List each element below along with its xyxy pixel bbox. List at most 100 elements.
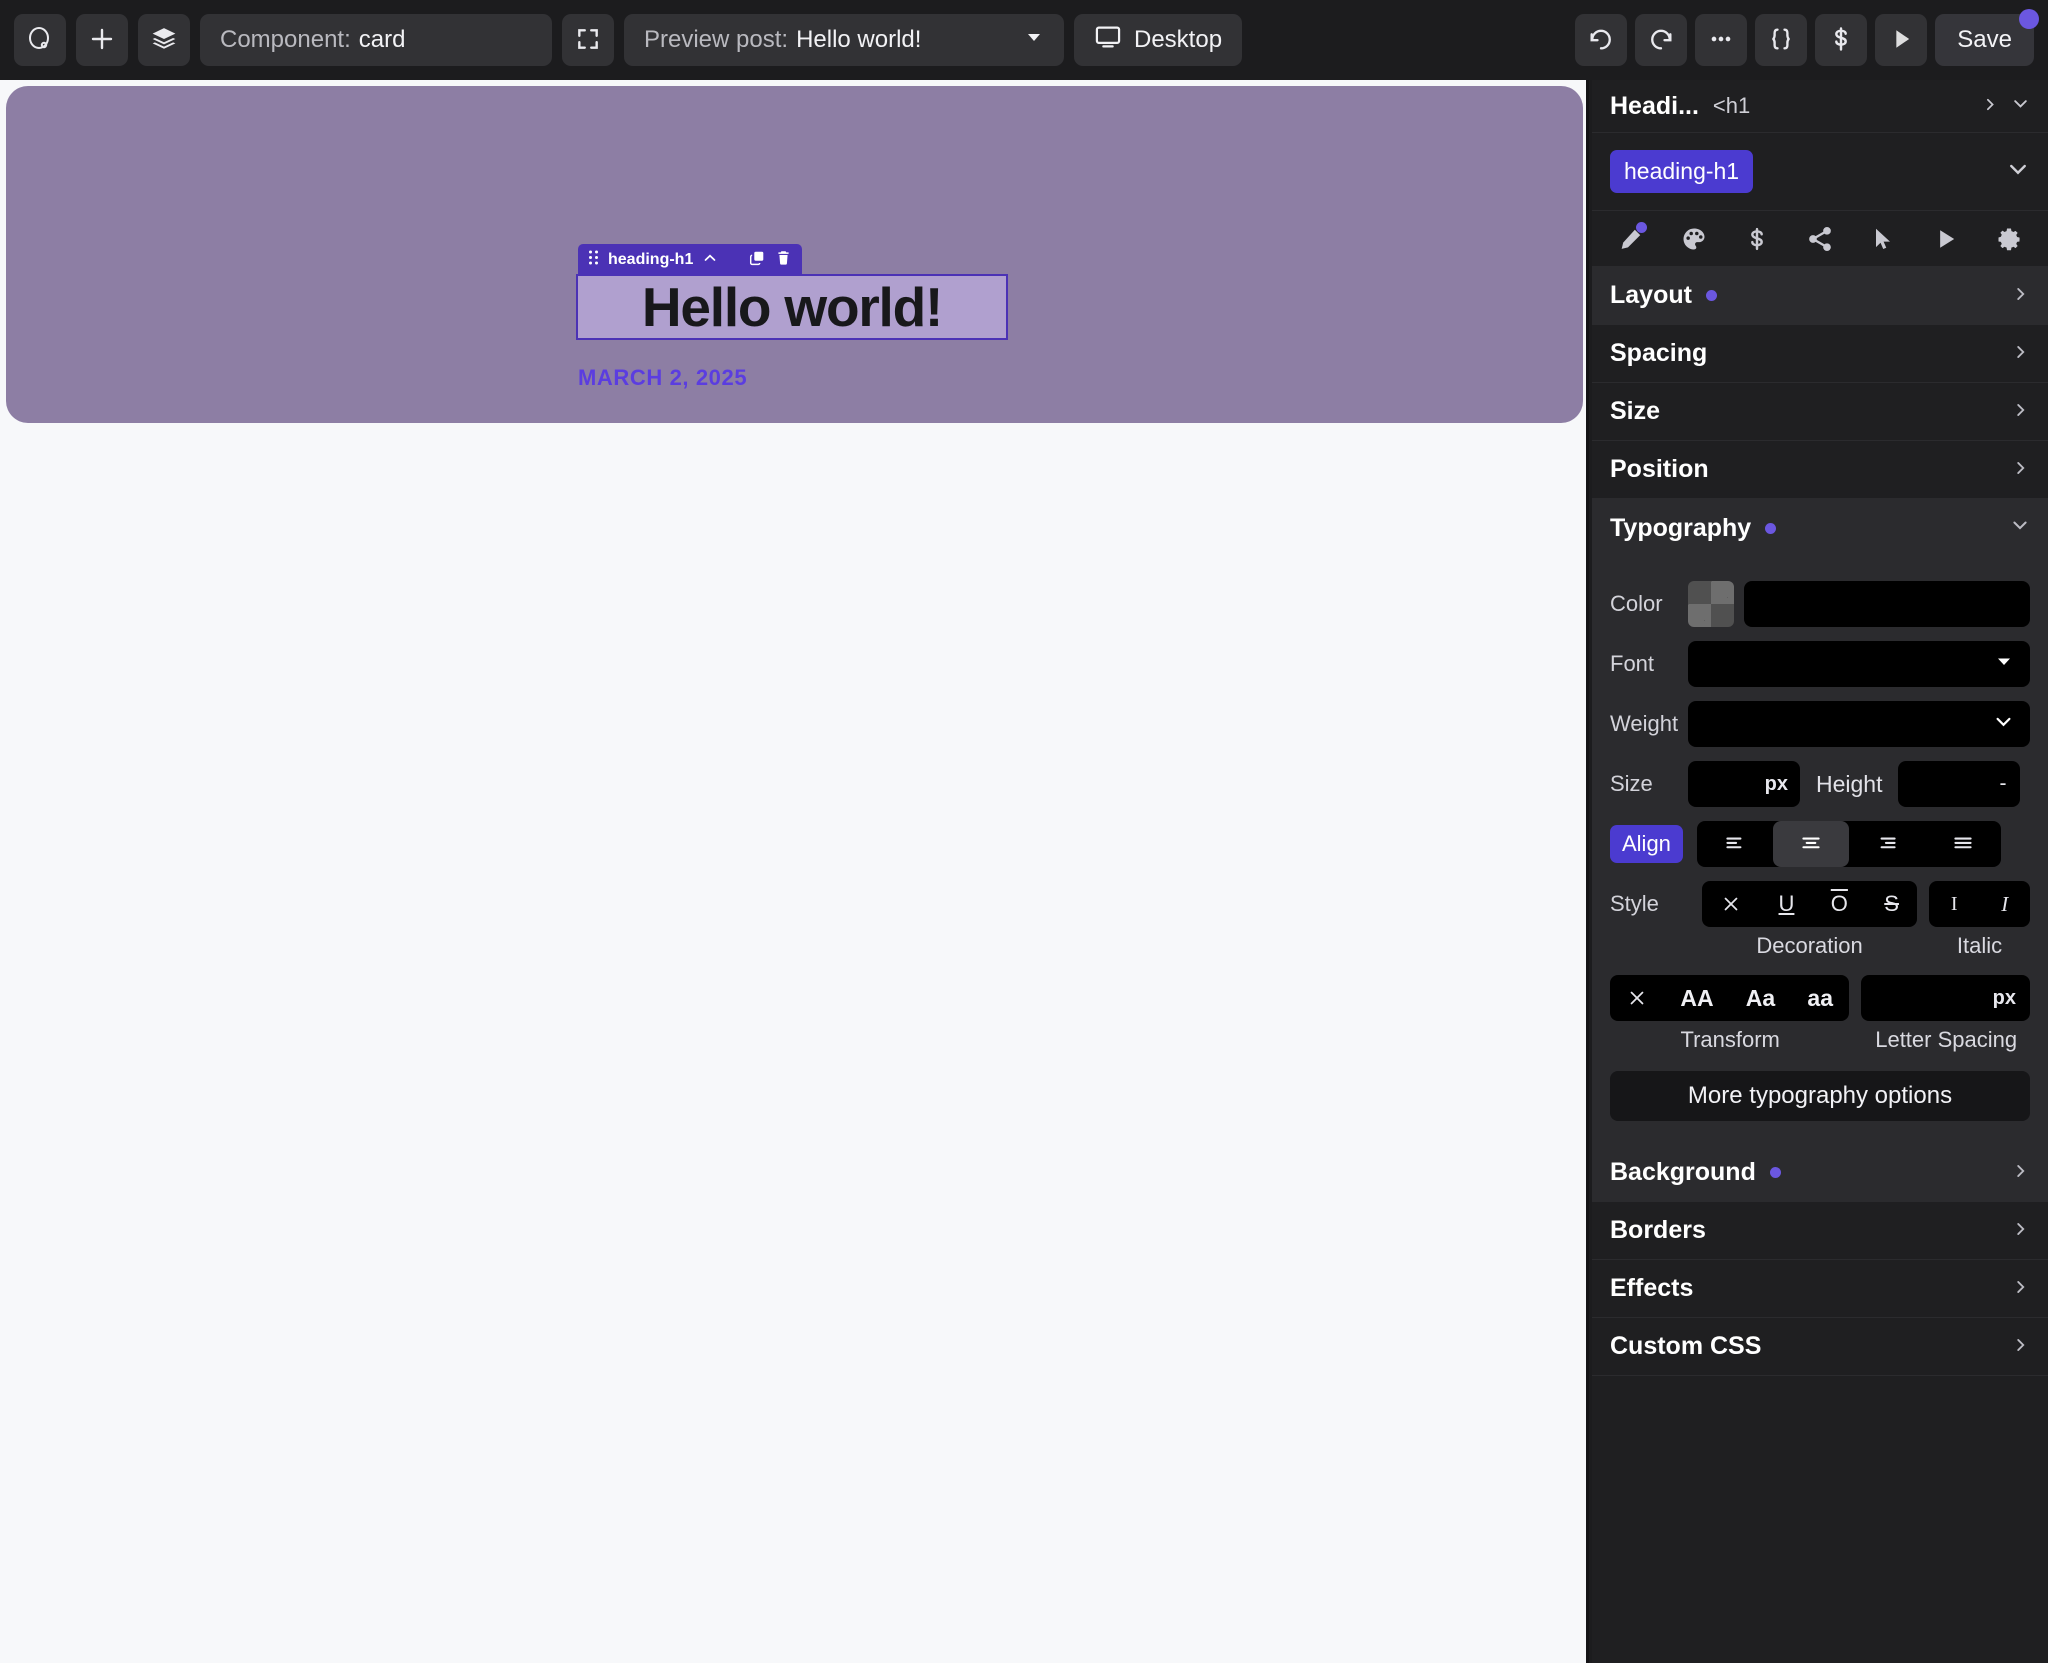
font-row: Font	[1610, 641, 2030, 687]
connections-tab[interactable]	[1803, 222, 1837, 256]
decoration-overline-button[interactable]: O	[1813, 881, 1866, 927]
sidebar-item-effects[interactable]: Effects	[1592, 1260, 2048, 1318]
align-justify-button[interactable]	[1925, 821, 2001, 867]
undo-button[interactable]	[1575, 14, 1628, 66]
viewport-label: Desktop	[1134, 26, 1223, 53]
class-chip[interactable]: heading-h1	[1610, 150, 1754, 193]
decoration-strikethrough-button[interactable]: S	[1866, 881, 1917, 927]
preview-post-select[interactable]: Preview post: Hello world!	[624, 14, 1064, 66]
sidebar-item-position[interactable]: Position	[1592, 441, 2048, 499]
component-value: card	[358, 26, 406, 53]
element-tag: <h1	[1712, 93, 1751, 118]
viewport-desktop-button[interactable]: Desktop	[1074, 14, 1243, 66]
font-style-group: I I	[1929, 881, 2030, 927]
transform-uppercase-button[interactable]: AA	[1664, 975, 1729, 1021]
weight-select[interactable]	[1688, 701, 2030, 747]
theme-tab[interactable]	[1677, 222, 1711, 256]
chevron-down-icon	[1993, 711, 2014, 738]
drag-handle-icon[interactable]	[588, 249, 599, 271]
element-selection-toolbar[interactable]: heading-h1	[578, 244, 803, 276]
align-center-button[interactable]	[1772, 821, 1849, 867]
save-label: Save	[1957, 26, 2012, 53]
heading-h1[interactable]: Hello world!	[576, 274, 1008, 340]
sidebar-item-layout[interactable]: Layout	[1592, 267, 2048, 325]
align-right-button[interactable]	[1849, 821, 1925, 867]
transform-none-button[interactable]	[1610, 975, 1664, 1021]
align-left-button[interactable]	[1697, 821, 1773, 867]
chevron-down-icon[interactable]	[2011, 93, 2030, 119]
decoration-none-button[interactable]	[1702, 881, 1760, 927]
add-button[interactable]	[76, 14, 128, 66]
trash-icon[interactable]	[775, 249, 792, 272]
sidebar-item-custom-css[interactable]: Custom CSS	[1592, 1318, 2048, 1376]
redo-icon	[1647, 25, 1675, 56]
align-label-badge[interactable]: Align	[1610, 825, 1683, 863]
style-upright-button[interactable]: I	[1929, 881, 1979, 927]
transform-captions: Transform Letter Spacing	[1610, 1027, 2030, 1053]
variables-tab[interactable]	[1740, 222, 1774, 256]
chevron-right-icon[interactable]	[1982, 93, 1999, 119]
color-swatch[interactable]	[1688, 581, 1734, 627]
fullscreen-button[interactable]	[562, 14, 614, 66]
duplicate-icon[interactable]	[748, 249, 766, 272]
letter-spacing-input[interactable]: px	[1861, 975, 2030, 1021]
component-field[interactable]: Component: card	[200, 14, 552, 66]
preview-play-button[interactable]	[1875, 14, 1928, 66]
chevron-down-icon[interactable]	[2006, 157, 2030, 186]
fullscreen-icon	[575, 26, 601, 55]
color-input[interactable]	[1744, 581, 2030, 627]
layers-button[interactable]	[138, 14, 190, 66]
chevron-right-icon	[2012, 283, 2030, 309]
interactions-tab[interactable]	[1866, 222, 1900, 256]
chevron-up-icon[interactable]	[702, 250, 718, 271]
chevron-right-icon	[2012, 1276, 2030, 1302]
transform-capitalize-button[interactable]: Aa	[1730, 975, 1792, 1021]
inspector-header-actions	[1982, 93, 2030, 119]
sidebar-item-borders[interactable]: Borders	[1592, 1202, 2048, 1260]
selected-heading-wrapper[interactable]: heading-h1 Hello world!	[576, 244, 1008, 340]
chevron-right-icon	[2012, 1218, 2030, 1244]
sidebar-item-typography[interactable]: Typography	[1592, 499, 2048, 557]
component-label: Component:	[220, 26, 351, 53]
settings-tab[interactable]	[1992, 222, 2026, 256]
section-label: Custom CSS	[1610, 1332, 1762, 1360]
decoration-underline-button[interactable]: U	[1760, 881, 1812, 927]
more-typography-options-button[interactable]: More typography options	[1610, 1071, 2030, 1121]
font-label: Font	[1610, 651, 1655, 676]
line-height-input[interactable]: -	[1898, 761, 2021, 807]
inspector-header: Headi... <h1	[1592, 80, 2048, 133]
font-select[interactable]	[1688, 641, 2030, 687]
save-button[interactable]: Save	[1935, 9, 2039, 66]
animation-tab[interactable]	[1929, 222, 1963, 256]
modified-dot	[1705, 290, 1717, 301]
font-size-input[interactable]: px	[1688, 761, 1800, 807]
app-logo-button[interactable]	[14, 14, 66, 66]
transform-lowercase-button[interactable]: aa	[1791, 975, 1849, 1021]
text-align-group	[1696, 821, 2001, 867]
weight-row: Weight	[1610, 701, 2030, 747]
weight-label: Weight	[1610, 711, 1679, 736]
line-height-label: Height	[1816, 770, 1883, 797]
post-date: MARCH 2, 2025	[578, 365, 748, 390]
transform-caption: Transform	[1680, 1027, 1780, 1052]
page-title: Headi...	[1610, 91, 1699, 120]
code-button[interactable]	[1755, 14, 1808, 66]
style-tab[interactable]	[1614, 221, 1648, 256]
style-captions: Decoration Italic	[1610, 933, 2030, 959]
line-height-unit: -	[1999, 772, 2007, 795]
chevron-right-icon	[2012, 457, 2030, 483]
section-label: Typography	[1610, 513, 1752, 542]
dollar-icon	[1827, 25, 1855, 56]
more-options-button[interactable]	[1695, 14, 1748, 66]
style-italic-button[interactable]: I	[1979, 881, 2030, 927]
variables-button[interactable]	[1815, 14, 1868, 66]
sidebar-item-background[interactable]: Background	[1592, 1144, 2048, 1202]
size-label: Size	[1610, 771, 1653, 796]
color-row: Color	[1610, 581, 2030, 627]
preview-value: Hello world!	[796, 26, 922, 53]
redo-button[interactable]	[1635, 14, 1688, 66]
selection-label: heading-h1	[608, 251, 694, 268]
canvas-viewport[interactable]: heading-h1 Hello world! MARCH 2, 2025	[0, 80, 1589, 1663]
sidebar-item-spacing[interactable]: Spacing	[1592, 325, 2048, 383]
sidebar-item-size[interactable]: Size	[1592, 383, 2048, 441]
